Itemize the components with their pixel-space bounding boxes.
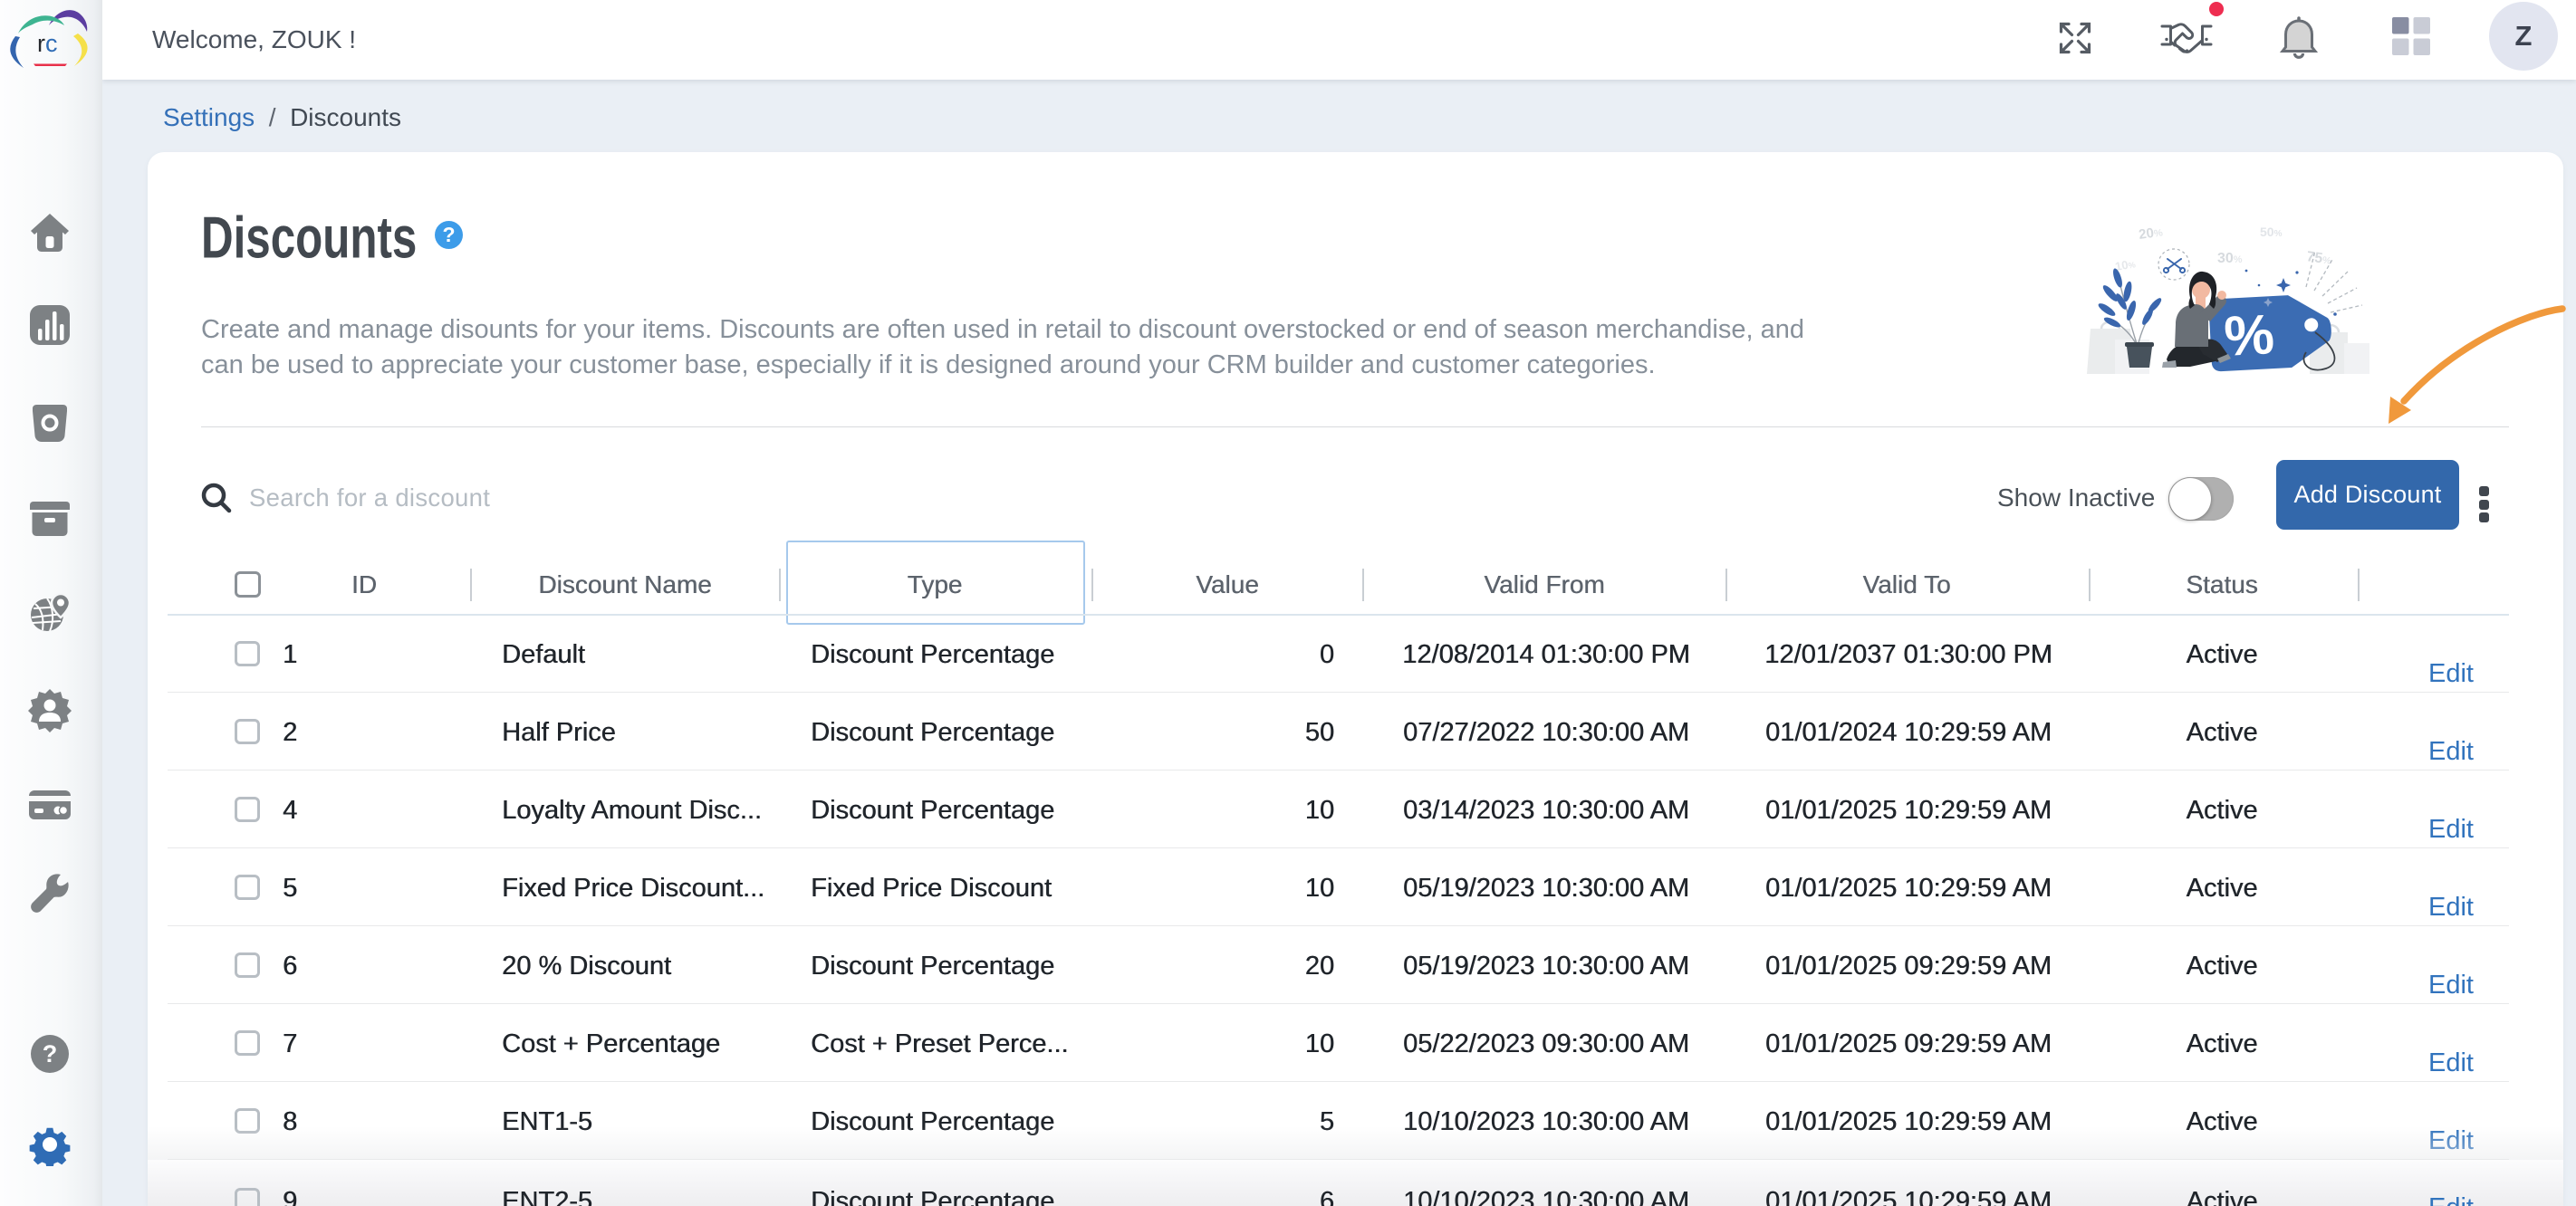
- svg-text:50%: 50%: [2260, 225, 2283, 239]
- svg-text:75%: 75%: [2305, 249, 2332, 268]
- svg-text:20%: 20%: [2138, 224, 2164, 243]
- svg-text:?: ?: [43, 1040, 58, 1067]
- svg-text:30%: 30%: [2217, 251, 2243, 266]
